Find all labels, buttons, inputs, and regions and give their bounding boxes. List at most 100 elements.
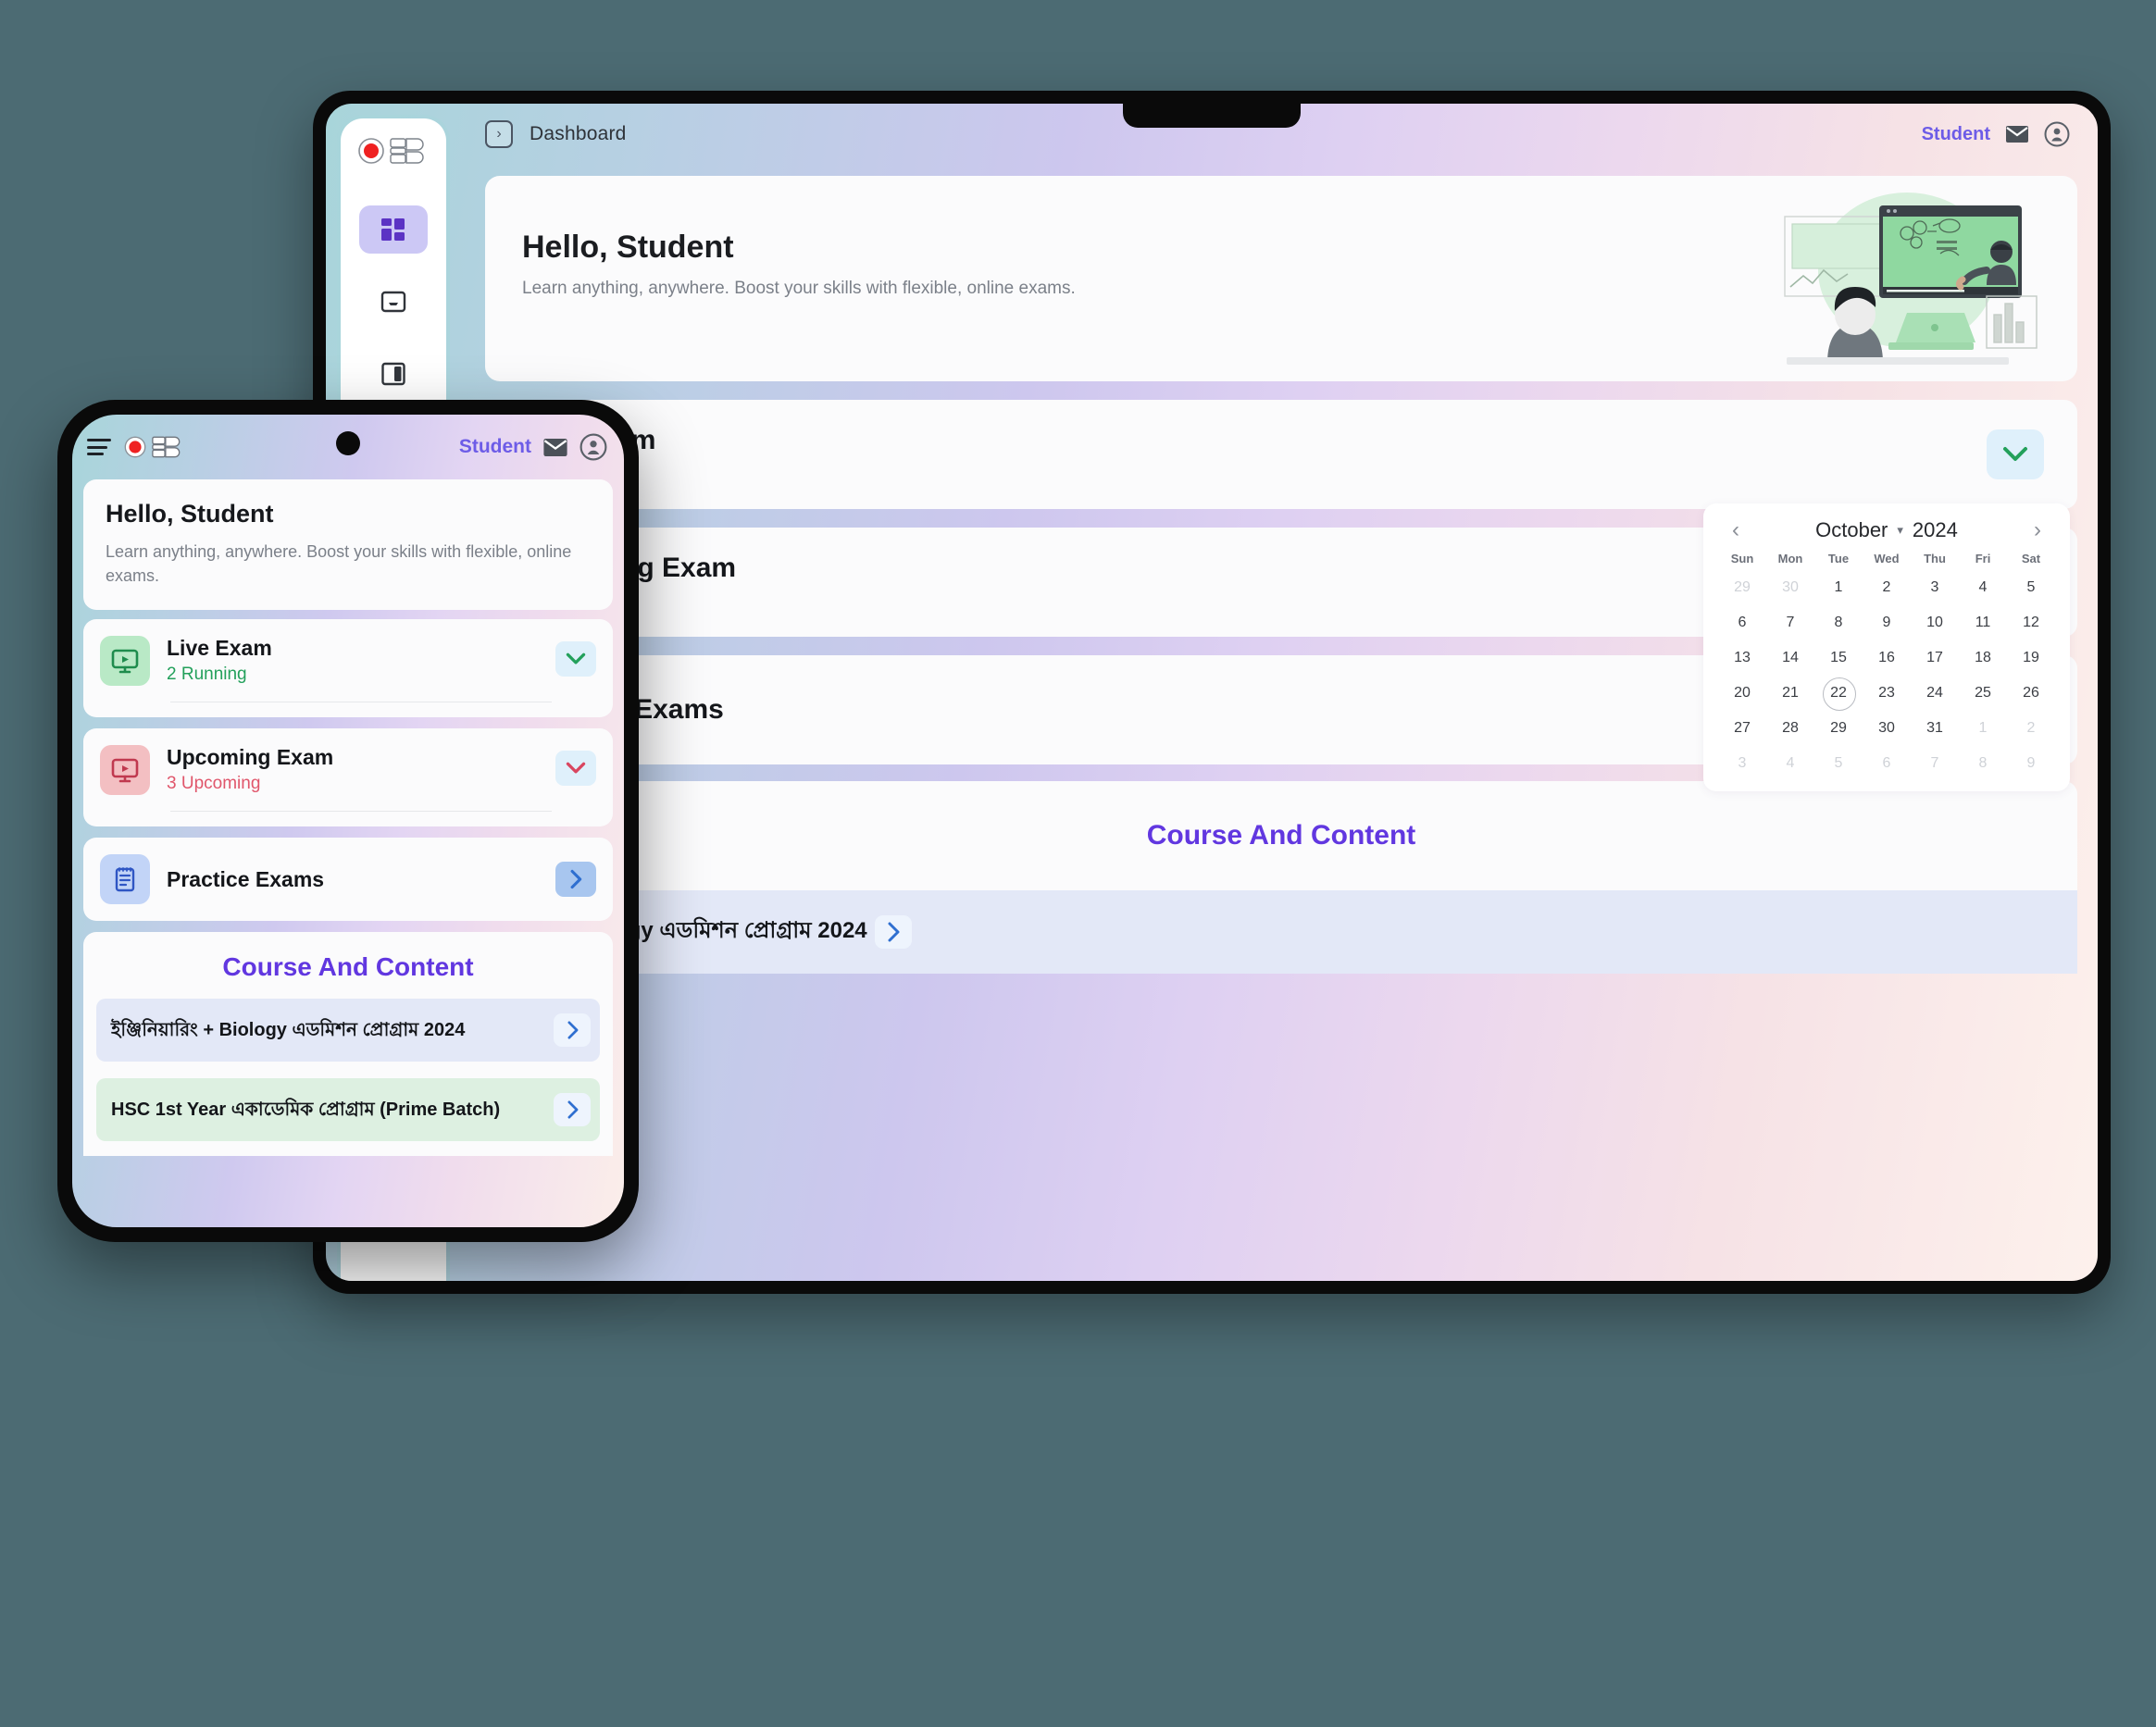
calendar-day[interactable]: 21 — [1766, 678, 1814, 708]
calendar-day[interactable]: 8 — [1814, 608, 1863, 638]
phone-screen: Student Hello, Student Learn anything, a… — [72, 415, 624, 1227]
book-layout-icon — [380, 361, 406, 387]
calendar-day[interactable]: 4 — [1766, 749, 1814, 778]
course-open-button[interactable] — [554, 1013, 591, 1048]
calendar-day[interactable]: 28 — [1766, 714, 1814, 743]
hero-subtitle: Learn anything, anywhere. Boost your ski… — [106, 542, 572, 586]
course-content-header: Course And Content — [485, 781, 2077, 890]
calendar-weekday: Thu — [1924, 552, 1946, 565]
calendar-day[interactable]: 11 — [1959, 608, 2007, 638]
calendar-day[interactable]: 5 — [1814, 749, 1863, 778]
calendar-day[interactable]: 7 — [1766, 608, 1814, 638]
list-item[interactable]: ইঞ্জিনিয়ারিং + Biology এডমিশন প্রোগ্রাম… — [96, 999, 600, 1062]
calendar-day[interactable]: 13 — [1718, 643, 1766, 673]
account-circle-icon[interactable] — [580, 433, 607, 461]
sidebar-item-dashboard[interactable] — [359, 205, 428, 254]
mail-icon[interactable] — [2005, 125, 2029, 143]
list-item[interactable]: HSC 1st Year একাডেমিক প্রোগ্রাম (Prime B… — [96, 1078, 600, 1142]
calendar-month-label[interactable]: October — [1815, 518, 1888, 542]
sidebar-expand-icon[interactable]: › — [485, 120, 513, 148]
calendar-day[interactable]: 1 — [1959, 714, 2007, 743]
calendar-day[interactable]: 19 — [2007, 643, 2055, 673]
brand-logo[interactable] — [355, 135, 432, 167]
user-name-label[interactable]: Student — [1922, 124, 1990, 145]
calendar-day[interactable]: 3 — [1911, 573, 1959, 603]
sidebar-item-library[interactable] — [359, 350, 428, 398]
calendar-year-label[interactable]: 2024 — [1913, 518, 1958, 542]
calendar-day[interactable]: 30 — [1766, 573, 1814, 603]
calendar-day[interactable]: 20 — [1718, 678, 1766, 708]
clipboard-notes-icon — [100, 854, 150, 905]
calendar-day[interactable]: 14 — [1766, 643, 1814, 673]
calendar-day[interactable]: 5 — [2007, 573, 2055, 603]
calendar-day[interactable]: 7 — [1911, 749, 1959, 778]
tablet-topbar-right: Student — [1922, 121, 2070, 147]
live-exam-expand-button[interactable] — [555, 641, 596, 677]
calendar-day[interactable]: 2 — [1863, 573, 1911, 603]
calendar-day[interactable]: 24 — [1911, 678, 1959, 708]
calendar-day[interactable]: 6 — [1718, 608, 1766, 638]
calendar-day[interactable]: 29 — [1718, 573, 1766, 603]
calendar-day[interactable]: 6 — [1863, 749, 1911, 778]
calendar-day[interactable]: 27 — [1718, 714, 1766, 743]
row-status: 2 Running — [167, 665, 247, 685]
course-open-button[interactable] — [554, 1093, 591, 1127]
calendar-weekday: Wed — [1874, 552, 1900, 565]
calendar-weekday-header: Sun Mon Tue Wed Thu Fri Sat — [1718, 552, 2055, 573]
upcoming-exam-expand-button[interactable] — [555, 751, 596, 787]
calendar-day[interactable]: 15 — [1814, 643, 1863, 673]
calendar-day[interactable]: 9 — [1863, 608, 1911, 638]
row-title: Live Exam — [167, 636, 272, 661]
row-text: Live Exam 2 Running — [167, 636, 555, 703]
calendar-day[interactable]: 1 — [1814, 573, 1863, 603]
phone-device-mockup: Student Hello, Student Learn anything, a… — [57, 400, 639, 1242]
practice-exams-open-button[interactable] — [555, 862, 596, 898]
live-exam-screen-icon — [100, 636, 150, 687]
calendar-day[interactable]: 30 — [1863, 714, 1911, 743]
divider — [170, 811, 552, 813]
list-item[interactable]: Upcoming Exam 3 Upcoming — [83, 728, 613, 827]
calendar-day[interactable]: 23 — [1863, 678, 1911, 708]
table-row[interactable]: Live Exam 2 Running — [485, 400, 2077, 509]
calendar-day[interactable]: 12 — [2007, 608, 2055, 638]
chevron-down-icon — [566, 652, 586, 665]
chevron-right-icon — [569, 869, 582, 889]
brand-logo[interactable] — [122, 434, 188, 460]
calendar-widget: ‹ October ▾ 2024 › Sun Mon Tue Wed Thu Fri Sat… — [1703, 503, 2070, 791]
calendar-day[interactable]: 25 — [1959, 678, 2007, 708]
calendar-weekday: Fri — [1975, 552, 1991, 565]
online-learning-illustration — [1768, 185, 2042, 370]
calendar-prev-month-button[interactable]: ‹ — [1724, 519, 1748, 541]
calendar-day[interactable]: 29 — [1814, 714, 1863, 743]
calendar-day[interactable]: 17 — [1911, 643, 1959, 673]
calendar-day[interactable]: 26 — [2007, 678, 2055, 708]
course-open-button[interactable] — [874, 915, 912, 949]
calendar-day[interactable]: 16 — [1863, 643, 1911, 673]
row-text: Practice Exams — [167, 867, 555, 892]
list-item[interactable]: Practice Exams — [83, 838, 613, 922]
live-exam-expand-button[interactable] — [1987, 429, 2044, 479]
calendar-day[interactable]: 4 — [1959, 573, 2007, 603]
calendar-day[interactable]: 31 — [1911, 714, 1959, 743]
chevron-down-icon[interactable]: ▾ — [1897, 523, 1903, 538]
calendar-day-selected[interactable]: 22 — [1814, 677, 1863, 711]
calendar-day[interactable]: 8 — [1959, 749, 2007, 778]
calendar-next-month-button[interactable]: › — [2025, 519, 2050, 541]
sidebar-item-inbox[interactable] — [359, 278, 428, 326]
grid-dashboard-icon — [380, 216, 407, 243]
calendar-day[interactable]: 3 — [1718, 749, 1766, 778]
account-circle-icon[interactable] — [2044, 121, 2070, 147]
user-name-label[interactable]: Student — [459, 436, 531, 458]
calendar-day[interactable]: 2 — [2007, 714, 2055, 743]
calendar-day[interactable]: 9 — [2007, 749, 2055, 778]
phone-topbar-right: Student — [459, 433, 607, 461]
mail-icon[interactable] — [542, 438, 568, 457]
calendar-day[interactable]: 10 — [1911, 608, 1959, 638]
hamburger-menu-icon[interactable] — [87, 439, 111, 455]
calendar-day[interactable]: 18 — [1959, 643, 2007, 673]
calendar-weekday: Sat — [2021, 552, 2041, 565]
list-item[interactable]: Live Exam 2 Running — [83, 619, 613, 718]
course-label: HSC 1st Year একাডেমিক প্রোগ্রাম (Prime B… — [111, 1099, 501, 1120]
course-content-section: Course And Content ইঞ্জিনিয়ারিং + Biolo… — [83, 932, 613, 1157]
list-item[interactable]: রিং + Biology এডমিশন প্রোগ্রাম 2024 — [485, 890, 2077, 974]
